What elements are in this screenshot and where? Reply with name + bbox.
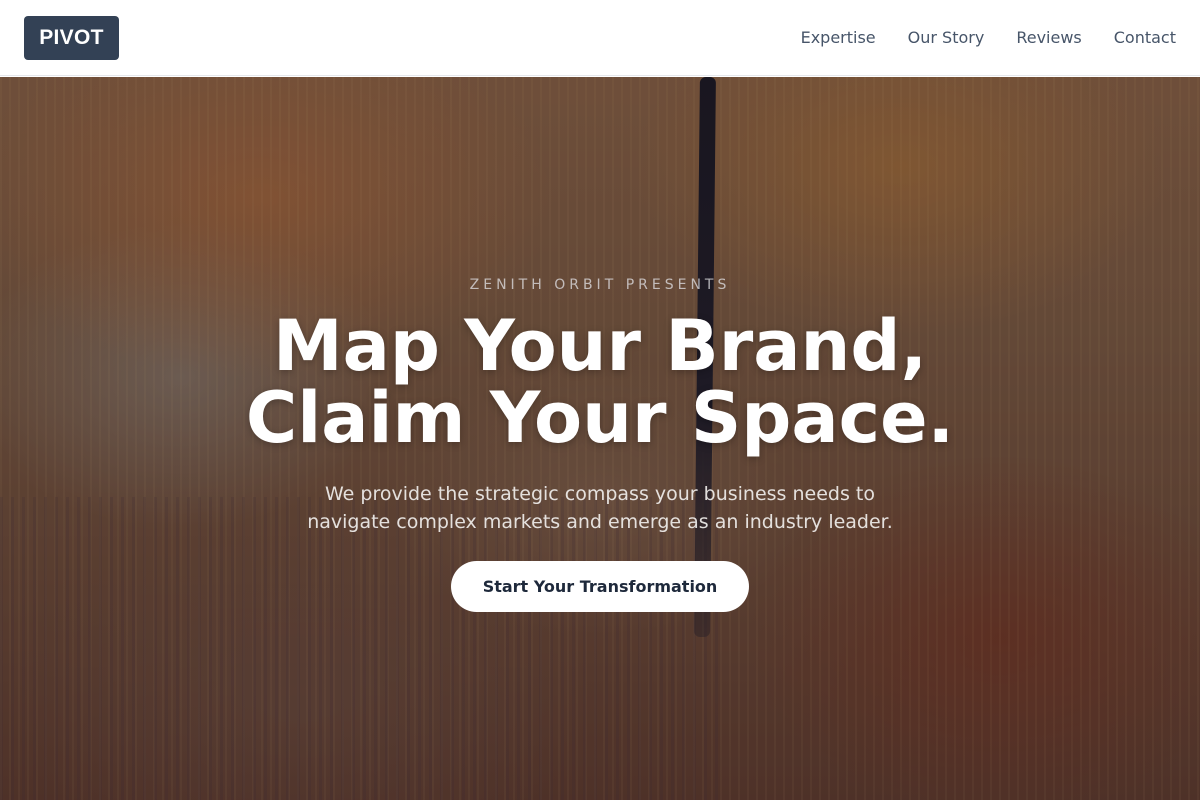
hero-content: ZENITH ORBIT PRESENTS Map Your Brand, Cl… [0, 77, 1200, 800]
logo[interactable]: PIVOT [24, 15, 119, 60]
start-transformation-button[interactable]: Start Your Transformation [451, 561, 749, 612]
hero-headline: Map Your Brand, Claim Your Space. [0, 310, 1200, 454]
nav-link-reviews[interactable]: Reviews [1016, 28, 1081, 47]
nav-link-contact[interactable]: Contact [1114, 28, 1176, 47]
main-nav: Expertise Our Story Reviews Contact [801, 28, 1176, 47]
hero-headline-line-1: Map Your Brand, [272, 305, 928, 387]
hero-eyebrow: ZENITH ORBIT PRESENTS [469, 277, 731, 293]
hero-subtext-line-2: navigate complex markets and emerge as a… [307, 511, 893, 533]
logo-text: PIVOT [39, 25, 104, 49]
hero-subtext-line-1: We provide the strategic compass your bu… [324, 483, 875, 505]
hero-section: ZENITH ORBIT PRESENTS Map Your Brand, Cl… [0, 77, 1200, 800]
nav-link-our-story[interactable]: Our Story [908, 28, 985, 47]
hero-subtext: We provide the strategic compass your bu… [0, 480, 1200, 536]
nav-link-expertise[interactable]: Expertise [801, 28, 876, 47]
hero-headline-line-2: Claim Your Space. [245, 377, 955, 459]
site-header: PIVOT Expertise Our Story Reviews Contac… [0, 0, 1200, 76]
